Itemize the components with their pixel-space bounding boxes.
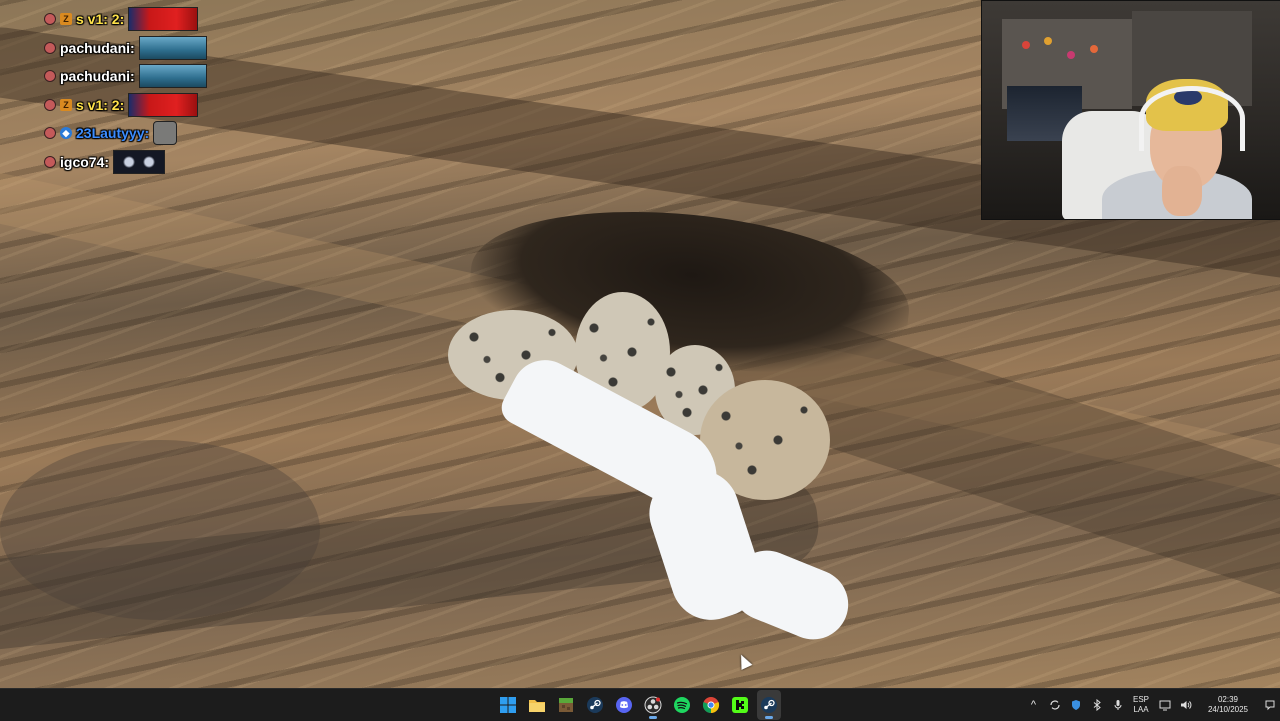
clock[interactable]: 02:39 24/10/2025 — [1196, 689, 1260, 721]
rock-layer — [0, 440, 320, 620]
mask-emote-icon — [153, 121, 178, 146]
discord-icon — [616, 697, 632, 713]
user-badge-icon — [44, 127, 56, 140]
user-badge-icon — [44, 13, 56, 26]
microphone-icon — [1114, 700, 1121, 710]
user-badge-icon — [44, 41, 56, 54]
chat-username: s v1: 2: — [76, 11, 125, 28]
bluetooth-icon — [1093, 699, 1101, 711]
taskbar: ^ ESP LAA 02:39 24/10/2025 — [0, 688, 1280, 721]
taskbar-kick[interactable] — [728, 690, 752, 720]
tray-sync[interactable] — [1044, 689, 1065, 721]
taskbar-steam-active[interactable] — [757, 690, 781, 720]
chat-username: pachudani: — [60, 39, 135, 56]
taskbar-spotify[interactable] — [670, 690, 694, 720]
chat-username: 23Lautyyy: — [76, 125, 150, 142]
chat-username: igco74: — [60, 153, 110, 170]
user-badge-icon — [44, 155, 56, 168]
shield-icon — [1071, 700, 1080, 710]
grass-block-icon — [559, 698, 573, 712]
clock-date: 24/10/2025 — [1207, 705, 1249, 714]
webcam-overlay — [981, 0, 1280, 220]
obs-icon — [644, 696, 662, 714]
chevron-up-icon: ^ — [1030, 699, 1037, 711]
chat-message: pachudani: — [44, 62, 207, 91]
language-switcher[interactable]: ESP LAA — [1128, 689, 1154, 721]
monitor-network-icon — [1159, 700, 1170, 711]
chrome-icon — [702, 697, 720, 714]
red-blue-emote-icon — [128, 92, 199, 117]
steam-icon — [587, 697, 603, 713]
folder-icon — [529, 700, 545, 712]
taskbar-steam[interactable] — [583, 690, 607, 720]
user-badge-icon — [44, 98, 56, 111]
notification-center-button[interactable] — [1260, 689, 1280, 721]
user-badge-icon — [44, 70, 56, 83]
start-button[interactable] — [496, 690, 520, 720]
steam-icon — [761, 697, 777, 713]
dark-faces-emote-icon — [113, 149, 166, 174]
chat-message: pachudani: — [44, 34, 207, 63]
taskbar-discord[interactable] — [612, 690, 636, 720]
tray-microphone[interactable] — [1107, 689, 1128, 721]
speaker-icon — [1180, 701, 1191, 709]
taskbar-obs[interactable] — [641, 690, 665, 720]
spotify-icon — [674, 697, 690, 713]
sub-badge-icon: Z — [60, 98, 72, 111]
taskbar-file-explorer[interactable] — [525, 690, 549, 720]
tray-bluetooth[interactable] — [1086, 689, 1107, 721]
taskbar-chrome[interactable] — [699, 690, 723, 720]
streamer-hand — [1162, 166, 1202, 216]
tray-network[interactable] — [1154, 689, 1175, 721]
system-tray: ^ ESP LAA 02:39 24/10/2025 — [1023, 689, 1280, 721]
kick-icon — [732, 697, 748, 713]
wall-decoration — [1067, 51, 1075, 59]
chat-username: pachudani: — [60, 68, 135, 85]
red-blue-emote-icon — [128, 7, 199, 32]
clock-time: 02:39 — [1217, 695, 1239, 704]
show-hidden-icons-button[interactable]: ^ — [1023, 689, 1044, 721]
sync-icon — [1049, 700, 1060, 710]
tray-volume[interactable] — [1175, 689, 1196, 721]
chat-message: ◆ 23Lautyyy: — [44, 119, 207, 148]
taskbar-apps — [496, 689, 781, 721]
wall-decoration — [1090, 45, 1098, 53]
teal-wave-emote-icon — [138, 35, 207, 60]
chat-message: Z s v1: 2: — [44, 91, 207, 120]
sub-badge-icon: Z — [60, 13, 72, 26]
wall-decoration — [1044, 37, 1052, 45]
keyboard-layout: LAA — [1133, 705, 1149, 714]
diamond-badge-icon: ◆ — [60, 127, 72, 140]
notification-icon — [1265, 700, 1275, 711]
headset — [1139, 86, 1245, 151]
teal-wave-emote-icon — [138, 64, 207, 89]
tray-security[interactable] — [1065, 689, 1086, 721]
chat-message: igco74: — [44, 148, 207, 177]
taskbar-minecraft[interactable] — [554, 690, 578, 720]
chat-username: s v1: 2: — [76, 96, 125, 113]
chat-message: Z s v1: 2: — [44, 5, 207, 34]
windows-icon — [500, 697, 516, 713]
wall-decoration — [1022, 41, 1030, 49]
language-code: ESP — [1132, 695, 1149, 704]
stream-chat-overlay: Z s v1: 2: pachudani: pachudani: Z s v1:… — [44, 5, 207, 176]
